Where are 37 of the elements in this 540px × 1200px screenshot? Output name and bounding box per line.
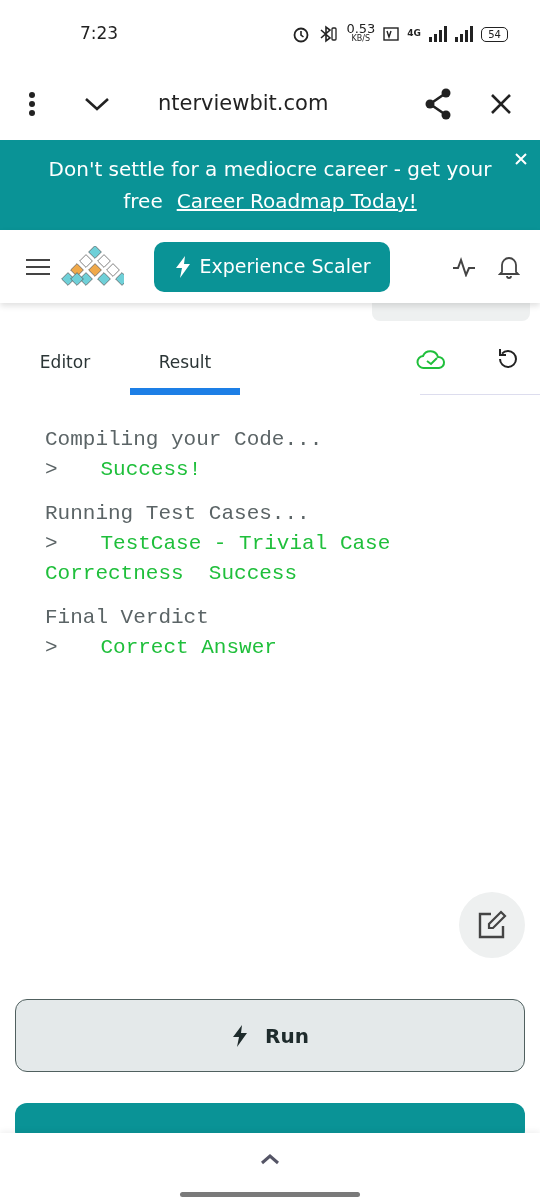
output-heading: Compiling your Code... xyxy=(45,427,324,453)
edit-icon xyxy=(477,910,507,940)
result-text: > Correct Answer xyxy=(45,635,278,661)
lightning-icon xyxy=(173,254,192,279)
bell-icon[interactable] xyxy=(498,254,520,279)
experience-button[interactable]: Experience Scaler xyxy=(154,241,390,292)
alarm-icon xyxy=(292,25,311,43)
volte-icon xyxy=(383,26,400,42)
signal-icon xyxy=(455,26,473,42)
banner-text: Don't settle for a mediocre career - get your free Career Roadmap Today! xyxy=(47,156,493,215)
cloud-check-icon xyxy=(416,348,448,370)
output-heading: Final Verdict xyxy=(45,605,210,631)
share-icon[interactable] xyxy=(424,88,452,120)
output-heading: Running Test Cases... xyxy=(45,501,311,527)
network-speed: 0.53 xyxy=(346,24,376,34)
network-type: 4G xyxy=(407,27,421,41)
activity-icon[interactable] xyxy=(452,256,476,277)
url-text[interactable]: nterviewbit.com xyxy=(158,88,329,120)
logo-icon[interactable] xyxy=(60,245,124,288)
run-button[interactable]: Run xyxy=(15,999,525,1072)
bluetooth-icon xyxy=(318,25,339,43)
result-text: > TestCase - Trivial Case Correctness Success xyxy=(45,531,392,587)
clock-time: 7:23 xyxy=(80,22,119,46)
result-text: > Success! xyxy=(45,457,203,483)
tab[interactable]: Result xyxy=(130,337,240,395)
more-menu-icon[interactable] xyxy=(28,92,36,116)
close-icon[interactable] xyxy=(490,93,512,115)
battery-icon: 54 xyxy=(481,26,508,42)
chevron-down-icon[interactable] xyxy=(84,96,110,112)
lightning-icon xyxy=(231,1023,250,1048)
chevron-up-icon[interactable] xyxy=(260,1153,280,1165)
speed-unit: KB/S xyxy=(351,34,371,44)
refresh-icon[interactable] xyxy=(496,347,520,371)
roadmap-link[interactable]: Career Roadmap Today! xyxy=(176,189,417,213)
signal-icon xyxy=(429,26,447,42)
menu-icon[interactable] xyxy=(26,257,50,276)
tab[interactable]: Editor xyxy=(10,337,120,395)
